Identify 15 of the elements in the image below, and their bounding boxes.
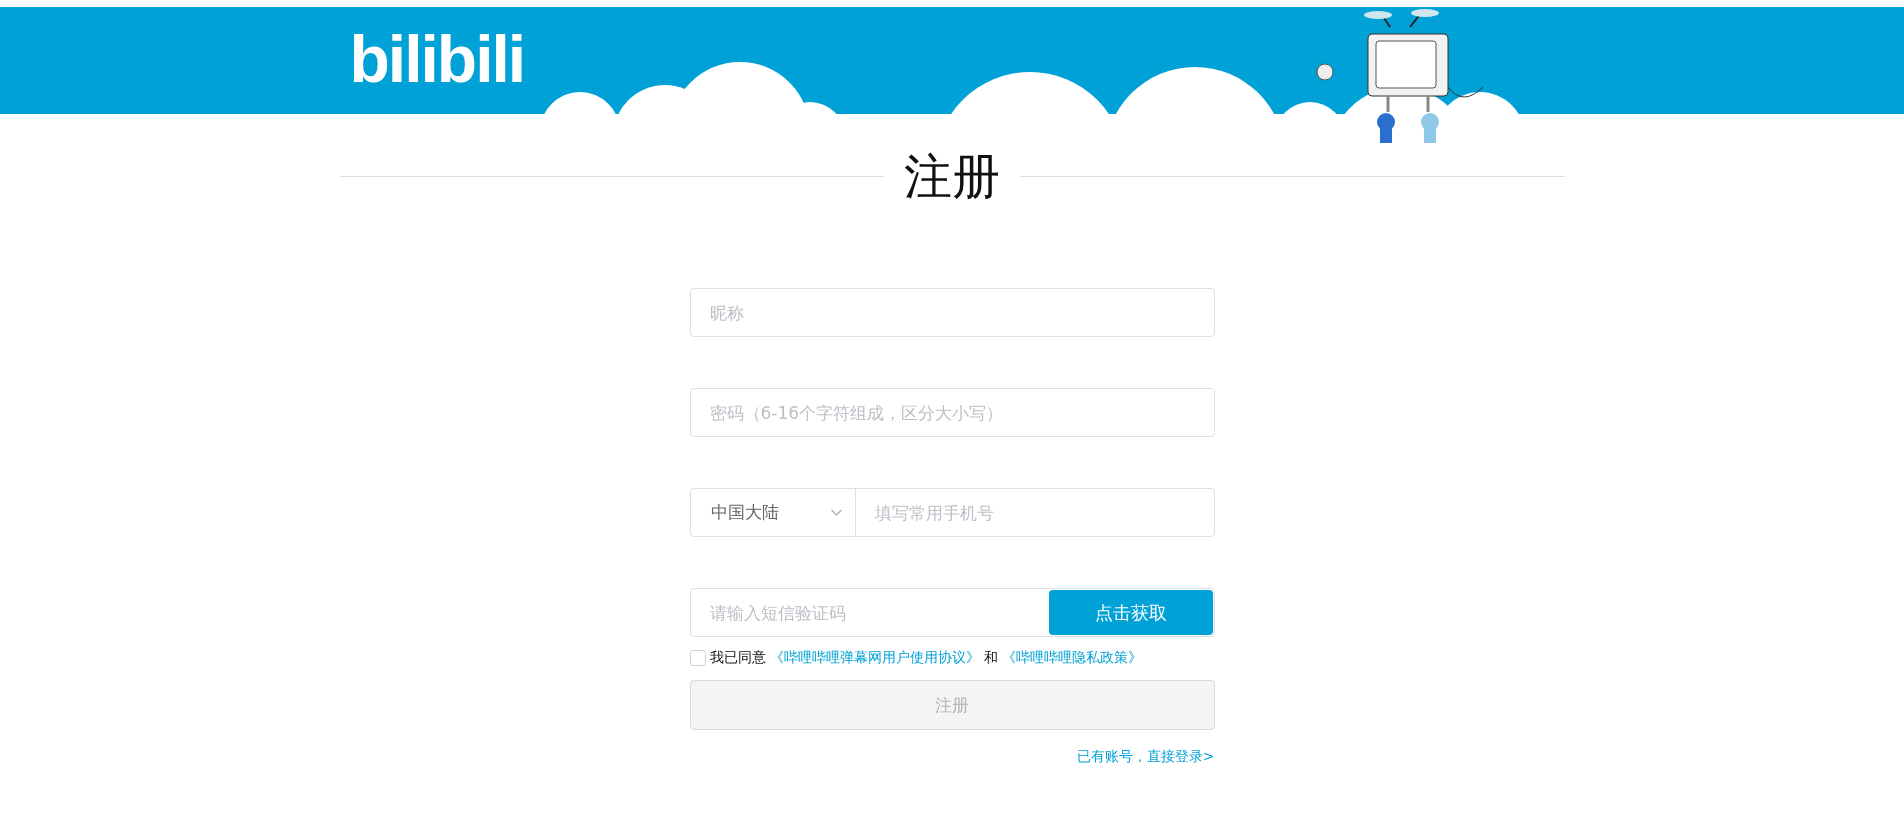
get-code-button[interactable]: 点击获取 xyxy=(1048,590,1213,635)
region-dropdown[interactable]: 中国大陆 xyxy=(690,489,856,536)
password-field[interactable]: 密码（6-16个字符组成，区分大小写） xyxy=(689,388,1215,437)
login-link[interactable]: 已有账号，直接登录> xyxy=(1076,748,1215,766)
sms-code-field[interactable]: 请输入短信验证码 点击获取 xyxy=(689,588,1215,637)
phone-field[interactable]: 中国大陆 填写常用手机号 xyxy=(689,488,1215,537)
privacy-policy-link[interactable]: 《哔哩哔哩隐私政策》 xyxy=(1001,649,1142,667)
agreement-checkbox[interactable] xyxy=(689,650,706,666)
chevron-down-icon xyxy=(829,508,843,517)
nickname-field[interactable]: 昵称 xyxy=(689,288,1215,337)
agreement-label: 我已同意 xyxy=(709,649,766,667)
page-title: 注册 xyxy=(904,147,1000,206)
user-agreement-link[interactable]: 《哔哩哔哩弹幕网用户使用协议》 xyxy=(769,649,980,667)
logo[interactable]: bilibili xyxy=(349,19,525,99)
agreement-label: 和 xyxy=(983,649,998,667)
